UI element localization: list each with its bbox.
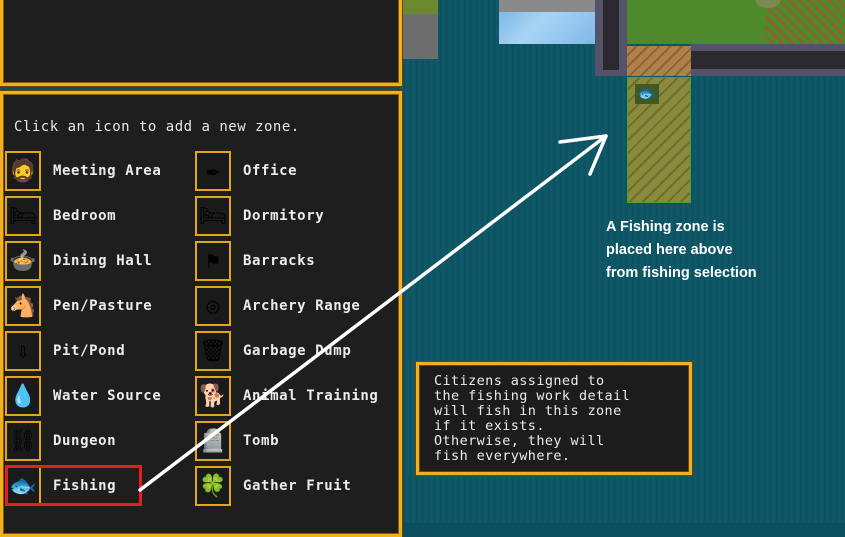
stone-wall bbox=[595, 0, 627, 76]
zone-label: Dining Hall bbox=[53, 253, 153, 269]
zone-label: Bedroom bbox=[53, 208, 117, 224]
wooden-floor bbox=[627, 46, 691, 76]
zone-label: Archery Range bbox=[243, 298, 361, 314]
water-barrel-icon[interactable]: 💧 bbox=[5, 376, 41, 416]
pit-arrow-icon[interactable]: ⇩ bbox=[5, 331, 41, 371]
bed-icon[interactable]: 🛏 bbox=[195, 196, 231, 236]
shallow-water bbox=[499, 12, 595, 44]
zone-label: Dormitory bbox=[243, 208, 325, 224]
food-plate-icon[interactable]: 🍲 bbox=[5, 241, 41, 281]
zone-label: Meeting Area bbox=[53, 163, 162, 179]
zone-label: Water Source bbox=[53, 388, 162, 404]
fishing-highlight-box bbox=[5, 465, 142, 506]
zone-label: Pit/Pond bbox=[53, 343, 126, 359]
zone-label: Office bbox=[243, 163, 298, 179]
stone-wall bbox=[691, 44, 845, 76]
leaf-litter bbox=[765, 0, 845, 44]
annotation-text: A Fishing zone is placed here above from… bbox=[606, 219, 757, 281]
rocky-shore bbox=[400, 0, 438, 59]
zone-option-pit-pond[interactable]: ⇩ Pit/Pond bbox=[5, 330, 125, 372]
zone-option-meeting-area[interactable]: 🧔 Meeting Area bbox=[5, 150, 161, 192]
zone-label: Pen/Pasture bbox=[53, 298, 153, 314]
info-panel bbox=[0, 0, 402, 86]
zone-option-water-source[interactable]: 💧 Water Source bbox=[5, 375, 161, 417]
tooltip-text: Citizens assigned to the fishing work de… bbox=[434, 373, 631, 464]
bed-icon[interactable]: 🛏 bbox=[5, 196, 41, 236]
tombstone-icon[interactable]: 🪦 bbox=[195, 421, 231, 461]
fruit-bush-icon[interactable]: 🍀 bbox=[195, 466, 231, 506]
dog-icon[interactable]: 🐕 bbox=[195, 376, 231, 416]
trash-can-icon[interactable]: 🗑 bbox=[195, 331, 231, 371]
zone-option-bedroom[interactable]: 🛏 Bedroom bbox=[5, 195, 116, 237]
zone-option-gather-fruit[interactable]: 🍀 Gather Fruit bbox=[195, 465, 351, 507]
zone-option-barracks[interactable]: ⚑ Barracks bbox=[195, 240, 315, 282]
quill-desk-icon[interactable]: ✒ bbox=[195, 151, 231, 191]
zone-label: Dungeon bbox=[53, 433, 117, 449]
zone-option-dining-hall[interactable]: 🍲 Dining Hall bbox=[5, 240, 152, 282]
zone-option-tomb[interactable]: 🪦 Tomb bbox=[195, 420, 279, 462]
zone-label: Tomb bbox=[243, 433, 280, 449]
dwarf-icon[interactable]: 🧔 bbox=[5, 151, 41, 191]
instruction-text: Click an icon to add a new zone. bbox=[14, 119, 300, 135]
zone-option-dormitory[interactable]: 🛏 Dormitory bbox=[195, 195, 324, 237]
banner-icon[interactable]: ⚑ bbox=[195, 241, 231, 281]
zone-option-office[interactable]: ✒ Office bbox=[195, 150, 297, 192]
zone-option-archery-range[interactable]: ◎ Archery Range bbox=[195, 285, 360, 327]
zone-label: Animal Training bbox=[243, 388, 379, 404]
zone-option-dungeon[interactable]: ⛓ Dungeon bbox=[5, 420, 116, 462]
chain-icon[interactable]: ⛓ bbox=[5, 421, 41, 461]
zone-option-garbage-dump[interactable]: 🗑 Garbage Dump bbox=[195, 330, 351, 372]
horse-icon[interactable]: 🐴 bbox=[5, 286, 41, 326]
zone-label: Barracks bbox=[243, 253, 316, 269]
zone-option-pen-pasture[interactable]: 🐴 Pen/Pasture bbox=[5, 285, 152, 327]
zone-label: Gather Fruit bbox=[243, 478, 352, 494]
stone-floor bbox=[499, 0, 595, 12]
zone-option-animal-training[interactable]: 🐕 Animal Training bbox=[195, 375, 378, 417]
zone-label: Garbage Dump bbox=[243, 343, 352, 359]
target-icon[interactable]: ◎ bbox=[195, 286, 231, 326]
fish-icon: 🐟 bbox=[635, 84, 659, 104]
